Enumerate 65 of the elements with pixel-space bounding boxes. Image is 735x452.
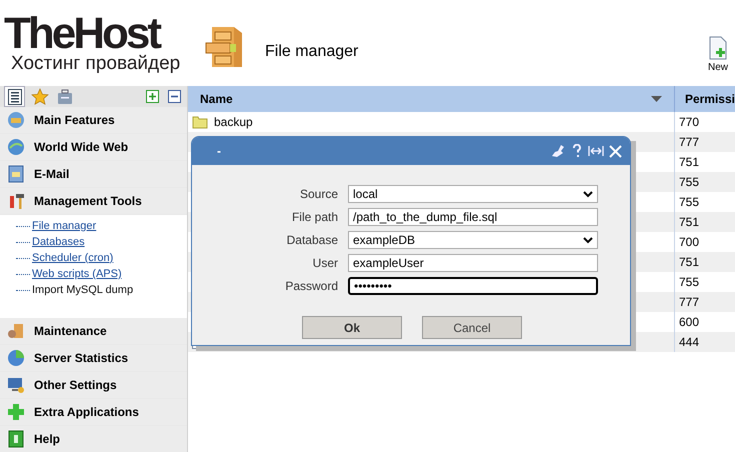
- star-icon: [30, 88, 48, 106]
- monitor-icon: [7, 376, 25, 394]
- permissions-cell-text: 755: [678, 274, 700, 291]
- file-name[interactable]: backup: [214, 113, 253, 131]
- expand-all-icon[interactable]: [146, 90, 159, 103]
- sidebar-tab[interactable]: [4, 86, 25, 107]
- sidebar-section[interactable]: Server Statistics: [0, 345, 187, 371]
- new-button[interactable]: New: [707, 36, 729, 75]
- sidebar-link[interactable]: File manager: [32, 218, 96, 234]
- page-title: File manager: [265, 42, 358, 62]
- sidebar-link[interactable]: Web scripts (APS): [32, 266, 122, 282]
- logo-tagline: Хостинг провайдер: [10, 54, 182, 74]
- sidebar-section[interactable]: Help: [0, 426, 187, 452]
- dialog-title: -: [217, 143, 221, 160]
- permissions-cell-text: 700: [678, 234, 700, 251]
- plus-icon: [7, 403, 25, 421]
- dialog-button[interactable]: Cancel: [422, 316, 522, 339]
- sidebar-link[interactable]: Scheduler (cron): [32, 250, 114, 266]
- permissions-cell-text: 600: [678, 314, 700, 331]
- input-field[interactable]: •••••••••: [348, 277, 598, 295]
- select-field[interactable]: local: [348, 185, 598, 203]
- current-page-item[interactable]: Import MySQL dump: [32, 282, 134, 298]
- field-label: Source: [298, 186, 339, 203]
- permissions-cell-text: 755: [678, 174, 700, 191]
- briefcase-icon: [56, 88, 72, 104]
- chevron-down-icon: [583, 190, 593, 198]
- list-icon: [8, 88, 22, 104]
- permissions-cell-text: 444: [678, 334, 700, 351]
- permissions-cell-text: 770: [678, 114, 700, 131]
- permissions-cell-text: 751: [678, 254, 700, 271]
- permissions-cell-text: 751: [678, 214, 700, 231]
- broom-icon[interactable]: [552, 144, 566, 158]
- collapse-all-icon[interactable]: [168, 90, 181, 103]
- globe-icon: [7, 138, 25, 156]
- sidebar-link[interactable]: Databases: [32, 234, 85, 250]
- sort-caret-icon: [650, 96, 662, 102]
- field-label: Password: [284, 278, 339, 295]
- sidebar-section[interactable]: World Wide Web: [0, 134, 187, 160]
- field-label: Database: [286, 232, 339, 249]
- sidebar-section[interactable]: Main Features: [0, 107, 187, 133]
- input-field[interactable]: exampleUser: [348, 254, 598, 272]
- column-header[interactable]: Permissi: [674, 86, 735, 112]
- hammer-icon: [7, 192, 25, 210]
- folder-icon: [192, 115, 208, 129]
- chevron-down-icon: [583, 236, 593, 244]
- sidebar-section[interactable]: Maintenance: [0, 318, 187, 344]
- permissions-cell-text: 755: [678, 194, 700, 211]
- dialog-button[interactable]: Ok: [302, 316, 402, 339]
- permissions-cell-text: 777: [678, 294, 700, 311]
- expand-width-icon[interactable]: [588, 145, 604, 157]
- sidebar-section[interactable]: Management Tools: [0, 188, 187, 214]
- permissions-cell-text: 751: [678, 154, 700, 171]
- new-document-icon: [707, 36, 729, 60]
- permissions-cell-text: 777: [678, 134, 700, 151]
- input-field[interactable]: /path_to_the_dump_file.sql: [348, 208, 598, 226]
- select-field[interactable]: exampleDB: [348, 231, 598, 249]
- field-label: User: [312, 255, 339, 272]
- logo-wordmark: TheHost: [4, 14, 160, 54]
- sidebar-section[interactable]: E-Mail: [0, 161, 187, 187]
- sidebar-section[interactable]: Other Settings: [0, 372, 187, 398]
- close-icon[interactable]: [609, 144, 622, 158]
- sidebar-section[interactable]: Extra Applications: [0, 399, 187, 425]
- field-label: File path: [290, 209, 339, 226]
- pie-chart-icon: [7, 349, 25, 367]
- envelope-icon: [7, 165, 25, 183]
